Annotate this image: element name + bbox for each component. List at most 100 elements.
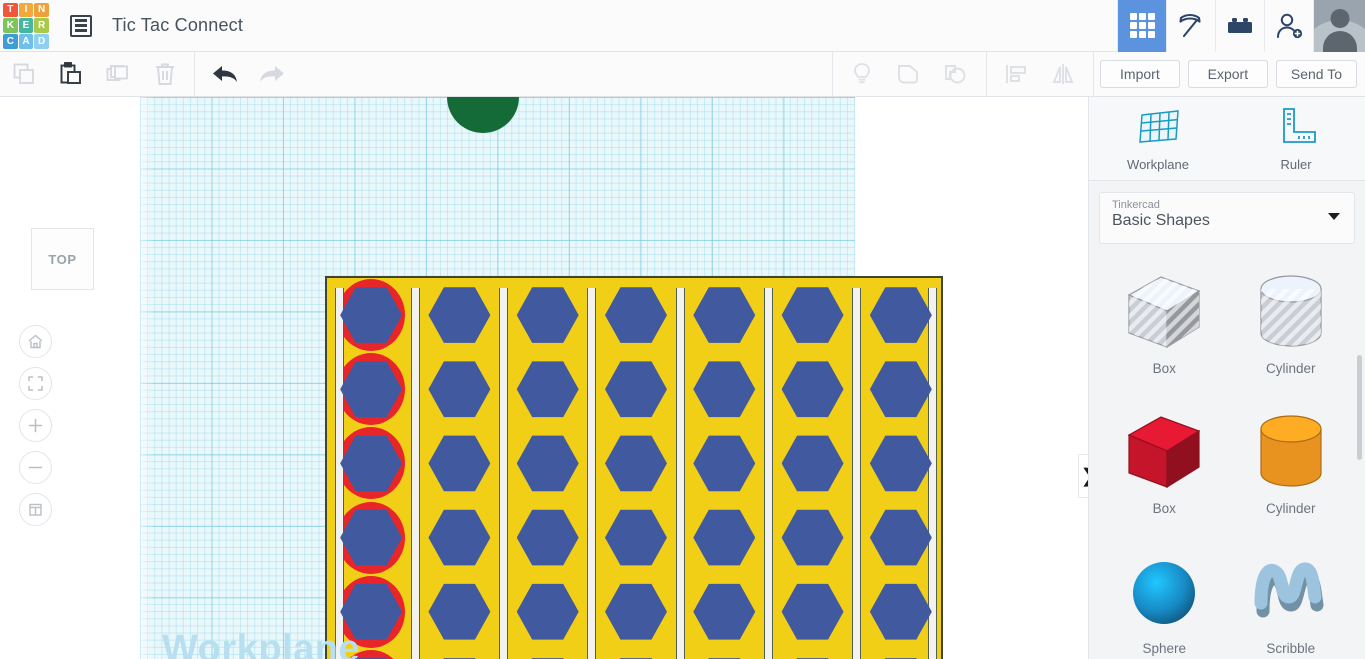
group-button[interactable] <box>886 52 933 96</box>
blue-hexagon-shape[interactable] <box>516 287 579 343</box>
zoom-in-button[interactable] <box>19 409 52 442</box>
board-slot-piece[interactable] <box>516 583 579 641</box>
blue-hexagon-shape[interactable] <box>869 361 932 418</box>
mirror-button[interactable] <box>1040 52 1087 96</box>
shape-item-box[interactable]: Box <box>1101 397 1228 537</box>
board-slot-piece[interactable] <box>604 286 667 344</box>
hint-light-icon[interactable] <box>839 52 886 96</box>
shape-list-scrollbar[interactable] <box>1357 355 1362 460</box>
blue-hexagon-shape[interactable] <box>869 583 932 640</box>
perspective-toggle-button[interactable] <box>19 493 52 526</box>
board-slot-piece[interactable] <box>781 360 844 418</box>
blue-hexagon-shape[interactable] <box>428 361 491 418</box>
board-slot-piece[interactable] <box>516 286 579 344</box>
blue-hexagon-shape[interactable] <box>604 287 667 343</box>
project-list-icon[interactable] <box>67 12 95 40</box>
blue-hexagon-shape[interactable] <box>781 287 844 343</box>
board-column[interactable] <box>592 278 680 659</box>
blue-hexagon-shape[interactable] <box>604 435 667 492</box>
board-slot-piece[interactable] <box>693 286 756 344</box>
shape-item-scribble[interactable]: Scribble <box>1228 537 1355 659</box>
copy-button[interactable] <box>0 52 47 96</box>
shape-item-sphere[interactable]: Sphere <box>1101 537 1228 659</box>
board-slot-piece[interactable] <box>337 575 406 648</box>
board-slot-piece[interactable] <box>337 279 406 352</box>
board-slot-piece[interactable] <box>693 434 756 492</box>
ungroup-button[interactable] <box>933 52 980 96</box>
design-viewport[interactable]: Workplane TOP Edit <box>0 97 1088 659</box>
ruler-tool[interactable]: Ruler <box>1227 97 1365 180</box>
board-slot-piece[interactable] <box>337 353 406 426</box>
blue-hexagon-shape[interactable] <box>428 583 491 640</box>
board-column[interactable] <box>415 278 503 659</box>
blue-hexagon-shape[interactable] <box>516 509 579 566</box>
board-slot-piece[interactable] <box>781 583 844 641</box>
redo-button[interactable] <box>248 52 295 96</box>
blue-hexagon-shape[interactable] <box>869 435 932 492</box>
blue-hexagon-shape[interactable] <box>516 361 579 418</box>
board-slot-piece[interactable] <box>428 509 491 567</box>
send-to-button[interactable]: Send To <box>1275 60 1357 88</box>
board-slot-piece[interactable] <box>869 583 932 641</box>
board-slot-piece[interactable] <box>337 501 406 574</box>
home-view-button[interactable] <box>19 325 52 358</box>
blue-hexagon-shape[interactable] <box>428 287 491 343</box>
view-cube[interactable]: TOP <box>31 228 94 290</box>
blue-hexagon-shape[interactable] <box>781 361 844 418</box>
avatar[interactable] <box>1313 0 1365 52</box>
board-slot-piece[interactable] <box>604 434 667 492</box>
board-slot-piece[interactable] <box>428 583 491 641</box>
shape-item-cylinder[interactable]: Cylinder <box>1228 397 1355 537</box>
board-slot-piece[interactable] <box>516 434 579 492</box>
blue-hexagon-shape[interactable] <box>428 509 491 566</box>
import-button[interactable]: Import <box>1099 60 1180 88</box>
board-column[interactable] <box>680 278 768 659</box>
board-slot-piece[interactable] <box>693 509 756 567</box>
board-slot-piece[interactable] <box>693 360 756 418</box>
board-slot-piece[interactable] <box>604 509 667 567</box>
tinkercad-logo[interactable]: TIN KER CAD <box>3 2 49 49</box>
workplane-grid[interactable]: Workplane <box>140 97 943 659</box>
blue-hexagon-shape[interactable] <box>693 435 756 492</box>
board-slot-piece[interactable] <box>869 286 932 344</box>
blue-hexagon-shape[interactable] <box>781 509 844 566</box>
blue-hexagon-shape[interactable] <box>604 509 667 566</box>
brick-icon[interactable] <box>1215 0 1264 52</box>
blue-hexagon-shape[interactable] <box>693 287 756 343</box>
shape-item-box-hole[interactable]: Box <box>1101 257 1228 397</box>
board-slot-piece[interactable] <box>428 286 491 344</box>
red-ring-shape[interactable] <box>337 649 406 659</box>
board-slot-piece[interactable] <box>693 583 756 641</box>
panel-expander-button[interactable]: ❯ <box>1078 454 1088 498</box>
green-dome-shape[interactable] <box>447 97 519 133</box>
export-button[interactable]: Export <box>1187 60 1268 88</box>
board-slot-piece[interactable] <box>604 583 667 641</box>
blue-hexagon-shape[interactable] <box>693 509 756 566</box>
yellow-board-shape[interactable] <box>325 276 943 659</box>
blue-hexagon-shape[interactable] <box>781 435 844 492</box>
workplane-tool[interactable]: Workplane <box>1089 97 1227 180</box>
board-column[interactable] <box>768 278 856 659</box>
blue-hexagon-shape[interactable] <box>516 583 579 640</box>
board-slot-piece[interactable] <box>604 360 667 418</box>
board-column[interactable] <box>504 278 592 659</box>
align-button[interactable] <box>993 52 1040 96</box>
undo-button[interactable] <box>201 52 248 96</box>
blue-hexagon-shape[interactable] <box>869 509 932 566</box>
board-slot-piece[interactable] <box>869 509 932 567</box>
delete-button[interactable] <box>141 52 188 96</box>
blue-hexagon-shape[interactable] <box>516 435 579 492</box>
blue-hexagon-shape[interactable] <box>781 583 844 640</box>
duplicate-button[interactable] <box>94 52 141 96</box>
zoom-out-button[interactable] <box>19 451 52 484</box>
gallery-grid-icon[interactable] <box>1117 0 1166 52</box>
board-slot-piece[interactable] <box>428 434 491 492</box>
fit-to-view-button[interactable] <box>19 367 52 400</box>
blue-hexagon-shape[interactable] <box>604 583 667 640</box>
board-slot-piece[interactable] <box>781 509 844 567</box>
blue-hexagon-shape[interactable] <box>869 287 932 343</box>
paste-button[interactable] <box>47 52 94 96</box>
add-user-icon[interactable] <box>1264 0 1313 52</box>
board-slot-piece[interactable] <box>337 427 406 500</box>
board-slot-piece[interactable] <box>516 509 579 567</box>
